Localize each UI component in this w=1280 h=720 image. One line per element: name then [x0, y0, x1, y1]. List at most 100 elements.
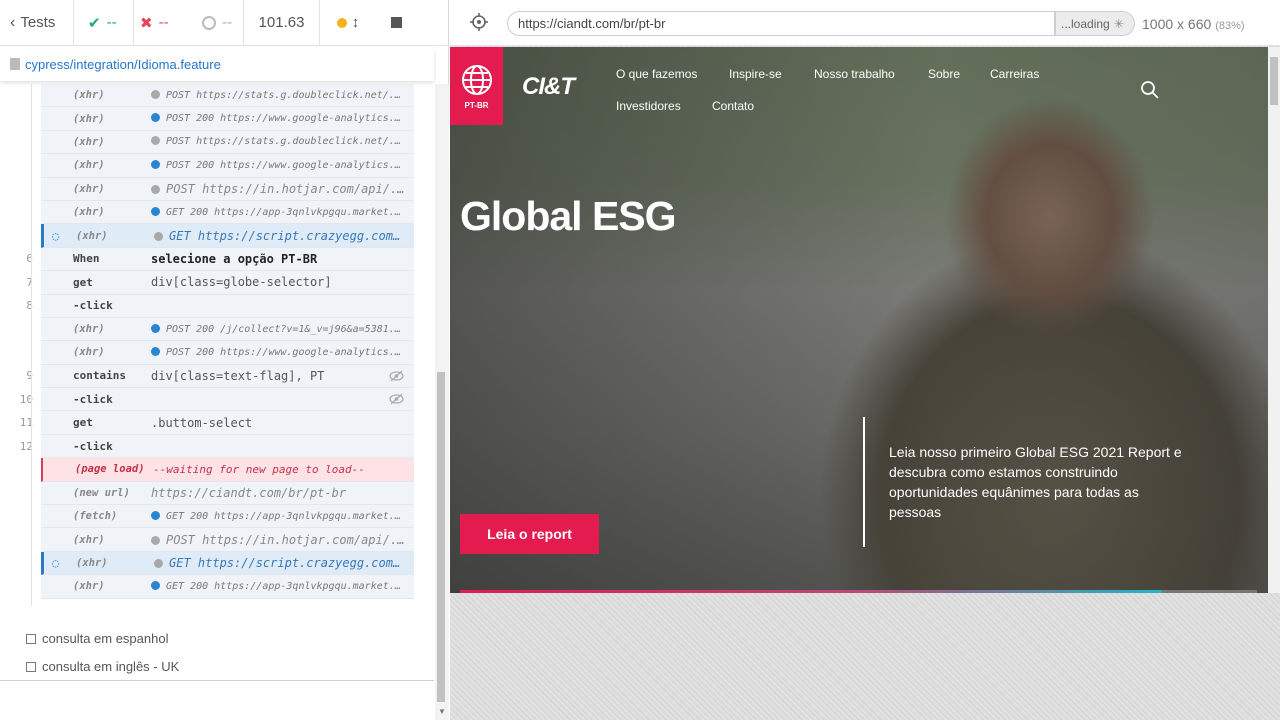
search-icon[interactable] — [1140, 80, 1160, 100]
test-item[interactable]: consulta em inglês - UK — [26, 659, 179, 674]
command-message: div[class=text-flag], PT — [151, 369, 414, 383]
pending-count: -- — [188, 0, 244, 46]
command-row[interactable]: 10 -click — [20, 388, 414, 412]
request-status-dot-icon — [151, 113, 160, 123]
nav-item[interactable]: Contato — [712, 99, 754, 113]
command-row[interactable]: (xhr) GET 200 https://app-3qnlvkpgqu.mark… — [41, 200, 414, 225]
spinner-icon: ✳ — [1113, 16, 1124, 31]
command-name: (xhr) — [73, 323, 105, 336]
url-field[interactable]: https://ciandt.com/br/pt-br — [507, 11, 1055, 36]
command-message: POST https://in.hotjar.com/api/... — [151, 533, 414, 547]
site-logo[interactable]: CI&T — [522, 73, 575, 101]
command-row[interactable]: ◌ (xhr) GET https://script.crazyegg.com... — [41, 551, 414, 576]
stop-button[interactable] — [376, 0, 416, 46]
command-row[interactable]: (xhr) POST 200 /j/collect?v=1&_v=j96&a=53… — [41, 317, 414, 342]
globe-icon — [462, 65, 492, 95]
nav-item[interactable]: Carreiras — [990, 67, 1039, 81]
spec-file-link[interactable]: cypress/integration/Idioma.feature — [25, 57, 221, 72]
command-message: --waiting for new page to load-- — [153, 463, 414, 476]
failed-value: -- — [158, 14, 169, 31]
command-row[interactable]: (xhr) POST https://in.hotjar.com/api/... — [41, 177, 414, 201]
command-name: (page load) — [75, 463, 145, 476]
command-number: 7 — [26, 275, 33, 289]
command-message: GET 200 https://app-3qnlvkpgqu.market... — [151, 510, 414, 522]
command-row[interactable]: (xhr) POST 200 https://www.google-analyti… — [41, 154, 414, 178]
command-message-text: POST 200 https://www.google-analytics... — [166, 113, 407, 125]
loading-text: ...loading — [1061, 16, 1110, 31]
nav-item[interactable]: Investidores — [616, 99, 681, 113]
command-message: POST 200 /j/collect?v=1&_v=j96&a=5381... — [151, 323, 414, 335]
command-row[interactable]: ◌ (xhr) GET https://script.crazyegg.com... — [41, 224, 414, 248]
request-status-dot-icon — [151, 206, 160, 216]
command-name: -click — [73, 392, 113, 406]
command-message: POST 200 https://www.google-analytics... — [151, 346, 414, 358]
read-report-button[interactable]: Leia o report — [460, 514, 599, 554]
command-row[interactable]: 11 get .buttom-select — [20, 411, 414, 435]
nav-item[interactable]: O que fazemos — [616, 67, 697, 81]
command-number: 11 — [19, 416, 33, 430]
command-message: GET https://script.crazyegg.com... — [154, 556, 414, 570]
command-message-text: POST 200 https://www.google-analytics... — [166, 159, 407, 171]
command-message: POST https://stats.g.doubleclick.net/... — [151, 136, 414, 147]
duration-value: 101.63 — [258, 14, 305, 31]
command-name: -click — [73, 439, 113, 453]
auto-scroll-toggle[interactable]: ↕ — [320, 0, 376, 46]
command-row[interactable]: 9 contains div[class=text-flag], PT — [26, 364, 414, 389]
command-row[interactable]: 8 -click — [26, 294, 414, 318]
loading-indicator: ...loading ✳ — [1055, 11, 1135, 36]
command-row[interactable]: (xhr) POST 200 https://www.google-analyti… — [41, 341, 414, 365]
command-row[interactable]: (xhr) POST https://in.hotjar.com/api/... — [41, 528, 414, 552]
command-message-text: GET https://script.crazyegg.com... — [169, 228, 414, 243]
command-name: (xhr) — [76, 557, 108, 569]
command-row[interactable]: (xhr) POST 200 https://www.google-analyti… — [41, 107, 414, 131]
command-row[interactable]: (page load) --waiting for new page to loa… — [41, 458, 414, 482]
command-row[interactable]: 6 When selecione a opção PT-BR — [26, 247, 414, 272]
website-scrollbar[interactable] — [1268, 47, 1280, 593]
command-message: POST 200 https://www.google-analytics... — [151, 113, 414, 124]
runner-header: ‹ Tests ✔ -- ✖ -- -- 101.63 ↕ — [0, 0, 449, 46]
hero-description: Leia nosso primeiro Global ESG 2021 Repo… — [889, 444, 1182, 520]
command-message: selecione a opção PT-BR — [151, 252, 414, 266]
nav-item[interactable]: Sobre — [928, 67, 960, 81]
hero-title: Global ESG — [460, 193, 677, 239]
tests-button[interactable]: ‹ Tests — [0, 0, 74, 46]
command-name: (xhr) — [76, 229, 108, 242]
command-number: 9 — [26, 369, 33, 383]
command-name: (xhr) — [73, 89, 105, 102]
command-name: (fetch) — [73, 510, 118, 523]
selector-playground-icon[interactable] — [470, 13, 488, 31]
request-status-dot-icon — [151, 89, 160, 99]
divider — [0, 680, 434, 681]
command-log: (xhr) POST https://stats.g.doubleclick.ne… — [20, 84, 414, 599]
request-status-dot-icon — [151, 346, 160, 356]
command-message: GET 200 https://app-3qnlvkpgqu.market... — [151, 580, 414, 592]
scrollbar-thumb[interactable] — [1270, 57, 1278, 105]
command-row[interactable]: (xhr) GET 200 https://app-3qnlvkpgqu.mark… — [41, 575, 414, 599]
nav-item[interactable]: Nosso trabalho — [814, 67, 895, 81]
command-message: .buttom-select — [151, 416, 414, 430]
command-message-text: div[class=text-flag], PT — [151, 368, 325, 383]
scroll-down-icon[interactable]: ▼ — [438, 707, 446, 716]
scrollbar-thumb[interactable] — [437, 372, 445, 702]
command-name: (xhr) — [73, 346, 105, 359]
command-number: 12 — [19, 439, 33, 453]
tests-label: Tests — [20, 14, 56, 31]
file-icon — [10, 58, 20, 70]
command-name: get — [73, 416, 93, 430]
runner-scrollbar[interactable]: ▼ — [435, 84, 449, 720]
command-row[interactable]: (xhr) POST https://stats.g.doubleclick.ne… — [41, 84, 414, 108]
command-name: contains — [73, 369, 126, 383]
command-row[interactable]: (fetch) GET 200 https://app-3qnlvkpgqu.ma… — [41, 505, 414, 529]
command-message-text: GET https://script.crazyegg.com... — [169, 556, 414, 570]
command-name: (xhr) — [73, 182, 105, 195]
test-item[interactable]: consulta em espanhol — [26, 631, 168, 646]
command-row[interactable]: (new url) https://ciandt.com/br/pt-br — [41, 481, 414, 506]
request-status-dot-icon — [151, 580, 160, 590]
command-row[interactable]: 7 get div[class=globe-selector] — [26, 271, 414, 295]
nav-item[interactable]: Inspire-se — [729, 67, 782, 81]
viewport-dimensions: 1000 x 660 — [1142, 16, 1212, 32]
command-name: (xhr) — [73, 533, 105, 546]
language-selector[interactable]: PT-BR — [450, 47, 503, 125]
command-row[interactable]: 12 -click — [20, 434, 414, 459]
command-row[interactable]: (xhr) POST https://stats.g.doubleclick.ne… — [41, 130, 414, 155]
